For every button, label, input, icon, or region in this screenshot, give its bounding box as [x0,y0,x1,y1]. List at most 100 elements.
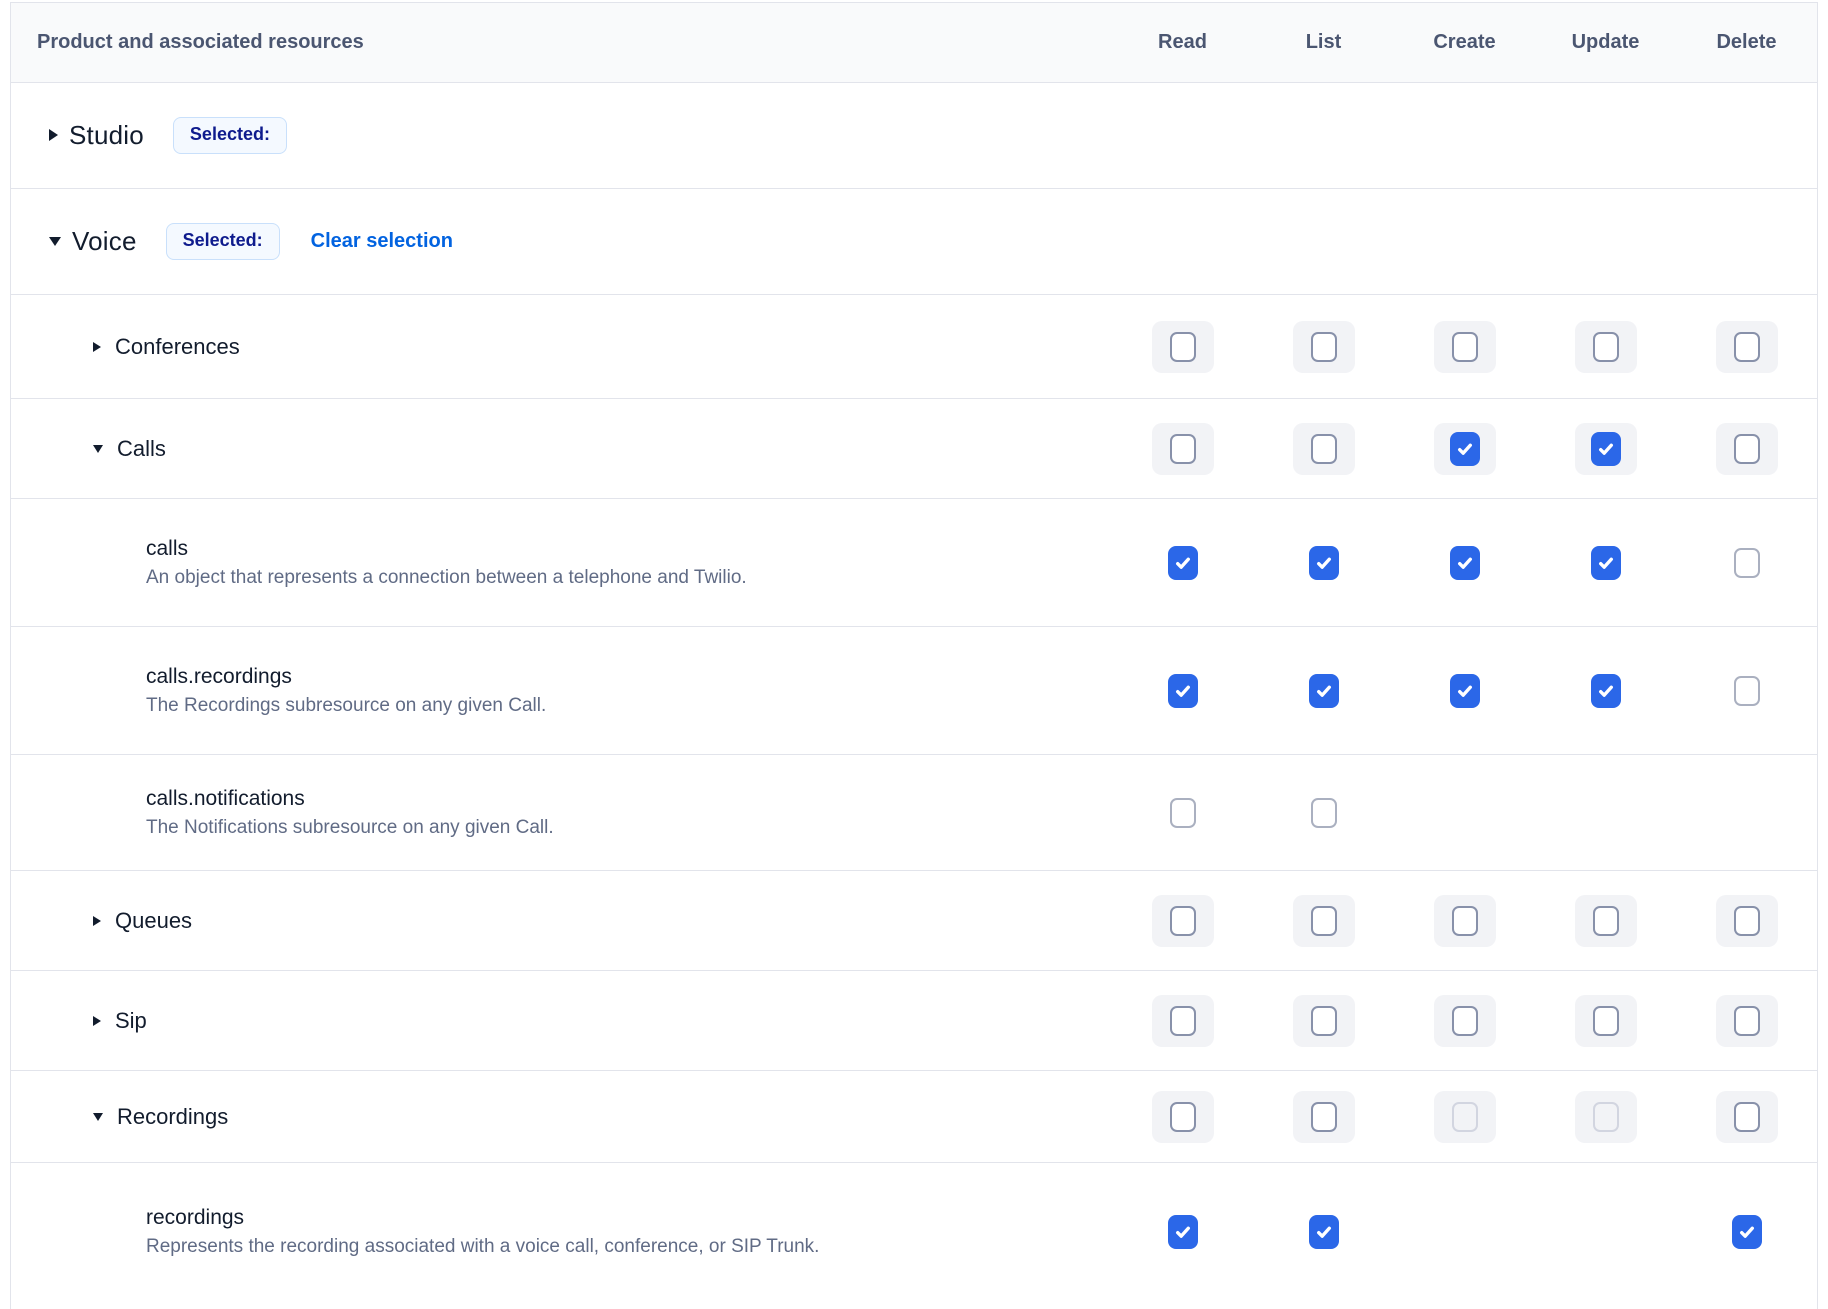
checkbox-update-unchecked[interactable] [1593,332,1619,362]
permission-cell-read [1112,423,1253,475]
caret-down-icon[interactable] [49,237,61,246]
caret-right-icon[interactable] [49,129,58,141]
checkbox-delete-unchecked[interactable] [1734,906,1760,936]
permission-cell-list [1253,895,1394,947]
selected-badge: Selected: [166,223,280,260]
checkbox-container [1152,423,1214,475]
checkbox-container [1434,995,1496,1047]
product-label[interactable]: Voice [72,226,137,257]
checkbox-create-checked[interactable] [1450,674,1480,708]
permission-cell-update [1535,546,1676,580]
checkbox-container [1434,895,1496,947]
check-icon [1738,1223,1756,1241]
permission-cell-delete [1676,321,1817,373]
column-header-delete: Delete [1676,31,1817,54]
check-icon [1597,554,1615,572]
caret-right-icon[interactable] [93,916,101,926]
permission-cell-read [1112,798,1253,828]
permission-cell-update [1535,995,1676,1047]
caret-right-icon[interactable] [93,342,101,352]
checkbox-delete-unchecked[interactable] [1734,1006,1760,1036]
permission-cell-delete [1676,548,1817,578]
check-icon [1456,682,1474,700]
checkbox-container [1575,1091,1637,1143]
checkbox-read-checked[interactable] [1168,674,1198,708]
product-cell: calls.recordingsThe Recordings subresour… [11,665,1112,717]
resource-description: The Notifications subresource on any giv… [146,817,554,839]
checkbox-list-unchecked[interactable] [1311,332,1337,362]
permission-cell-read [1112,674,1253,708]
group-label: Calls [117,436,166,462]
product-cell: Queues [11,908,1112,934]
checkbox-delete-unchecked[interactable] [1734,1102,1760,1132]
checkbox-list-checked[interactable] [1309,546,1339,580]
caret-right-icon[interactable] [93,1016,101,1026]
checkbox-list-checked[interactable] [1309,1215,1339,1249]
checkbox-update-checked[interactable] [1591,674,1621,708]
checkbox-container [1293,1091,1355,1143]
checkbox-container [1716,895,1778,947]
resource-name: recordings [146,1206,819,1230]
checkbox-list-unchecked[interactable] [1311,1006,1337,1036]
checkbox-delete-unchecked[interactable] [1734,548,1760,578]
resource-description: The Recordings subresource on any given … [146,695,546,717]
checkbox-delete-unchecked[interactable] [1734,676,1760,706]
checkbox-read-unchecked[interactable] [1170,434,1196,464]
permission-cell-list [1253,674,1394,708]
permission-cell-delete [1676,423,1817,475]
checkbox-update-unchecked[interactable] [1593,1006,1619,1036]
product-row-studio: Studio Selected: [11,82,1817,188]
checkbox-container [1293,995,1355,1047]
checkbox-create-checked[interactable] [1450,546,1480,580]
permission-cell-list [1253,546,1394,580]
resource-text-block: calls.notificationsThe Notifications sub… [146,787,554,839]
checkbox-update-checked[interactable] [1591,546,1621,580]
checkbox-list-unchecked[interactable] [1311,906,1337,936]
permission-cell-list [1253,423,1394,475]
check-icon [1174,682,1192,700]
checkbox-delete-unchecked[interactable] [1734,332,1760,362]
check-icon [1456,554,1474,572]
checkbox-container [1575,423,1637,475]
caret-down-icon[interactable] [93,1113,103,1121]
checkbox-create-unchecked[interactable] [1452,1006,1478,1036]
checkbox-container [1575,895,1637,947]
permission-cell-list [1253,1215,1394,1249]
checkbox-list-unchecked[interactable] [1311,434,1337,464]
group-label: Queues [115,908,192,934]
resource-row-calls-recordings: calls.recordingsThe Recordings subresour… [11,626,1817,754]
group-row-queues: Queues [11,870,1817,970]
checkbox-read-unchecked[interactable] [1170,1102,1196,1132]
checkbox-list-checked[interactable] [1309,674,1339,708]
checkbox-list-unchecked[interactable] [1311,798,1337,828]
checkbox-read-checked[interactable] [1168,546,1198,580]
checkbox-read-unchecked[interactable] [1170,906,1196,936]
checkbox-list-unchecked[interactable] [1311,1102,1337,1132]
checkbox-delete-checked[interactable] [1732,1215,1762,1249]
checkbox-read-unchecked[interactable] [1170,798,1196,828]
selected-badge: Selected: [173,117,287,154]
checkbox-update-checked[interactable] [1591,432,1621,466]
permission-cell-create [1394,321,1535,373]
product-cell: Recordings [11,1104,1112,1130]
product-cell: calls.notificationsThe Notifications sub… [11,787,1112,839]
product-label[interactable]: Studio [69,120,144,151]
checkbox-container [1152,1091,1214,1143]
checkbox-update-disabled [1593,1102,1619,1132]
group-row-recordings: Recordings [11,1070,1817,1162]
check-icon [1456,440,1474,458]
checkbox-read-unchecked[interactable] [1170,332,1196,362]
checkbox-read-checked[interactable] [1168,1215,1198,1249]
clear-selection-link[interactable]: Clear selection [311,230,453,253]
caret-down-icon[interactable] [93,445,103,453]
checkbox-delete-unchecked[interactable] [1734,434,1760,464]
checkbox-create-checked[interactable] [1450,432,1480,466]
checkbox-container [1152,995,1214,1047]
product-row-voice: Voice Selected: Clear selection [11,188,1817,294]
permission-cell-create [1394,1091,1535,1143]
checkbox-container [1434,321,1496,373]
checkbox-create-unchecked[interactable] [1452,906,1478,936]
checkbox-create-unchecked[interactable] [1452,332,1478,362]
checkbox-update-unchecked[interactable] [1593,906,1619,936]
checkbox-read-unchecked[interactable] [1170,1006,1196,1036]
